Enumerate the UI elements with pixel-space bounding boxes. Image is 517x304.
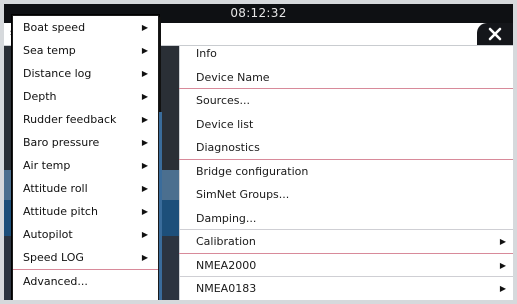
list-item-nmea0183[interactable]: NMEA0183 ▶ [179, 277, 513, 300]
submenu-arrow-icon: ▶ [499, 284, 506, 293]
menu-item-sea-temp[interactable]: Sea temp ▶ [13, 39, 158, 62]
list-item-nmea2000[interactable]: NMEA2000 ▶ [179, 254, 513, 277]
list-item-sources[interactable]: Sources... [179, 89, 513, 113]
menu-item-distance-log[interactable]: Distance log ▶ [13, 62, 158, 85]
list-item-device-list[interactable]: Device list [179, 113, 513, 137]
submenu-arrow-icon: ▶ [141, 230, 148, 239]
menu-item-autopilot[interactable]: Autopilot ▶ [13, 223, 158, 246]
app-window: 08:12:32 s Info Device Name Sources... D… [4, 4, 513, 300]
submenu-arrow-icon: ▶ [141, 115, 148, 124]
submenu-arrow-icon: ▶ [499, 260, 506, 270]
submenu-arrow-icon: ▶ [141, 253, 148, 262]
menu-item-rudder-feedback[interactable]: Rudder feedback ▶ [13, 108, 158, 131]
list-item-calibration[interactable]: Calibration ▶ [179, 230, 513, 254]
menu-item-speed-log[interactable]: Speed LOG ▶ [13, 246, 158, 269]
list-item-damping[interactable]: Damping... [179, 207, 513, 230]
submenu-arrow-icon: ▶ [141, 184, 148, 193]
source-popup-menu: Boat speed ▶ Sea temp ▶ Distance log ▶ D… [12, 15, 162, 300]
list-item-diagnostics[interactable]: Diagnostics [179, 136, 513, 160]
submenu-arrow-icon: ▶ [141, 46, 148, 55]
submenu-arrow-icon: ▶ [141, 161, 148, 170]
submenu-arrow-icon: ▶ [141, 138, 148, 147]
menu-item-air-temp[interactable]: Air temp ▶ [13, 154, 158, 177]
submenu-arrow-icon: ▶ [141, 92, 148, 101]
list-item-simnet-groups[interactable]: SimNet Groups... [179, 183, 513, 207]
settings-list: Info Device Name Sources... Device list … [179, 42, 513, 300]
submenu-arrow-icon: ▶ [141, 69, 148, 78]
menu-item-boat-speed[interactable]: Boat speed ▶ [13, 16, 158, 39]
submenu-arrow-icon: ▶ [499, 237, 506, 246]
close-icon [488, 27, 502, 41]
menu-item-attitude-pitch[interactable]: Attitude pitch ▶ [13, 200, 158, 223]
menu-item-depth[interactable]: Depth ▶ [13, 85, 158, 108]
menu-item-baro-pressure[interactable]: Baro pressure ▶ [13, 131, 158, 154]
menu-item-advanced[interactable]: Advanced... [13, 269, 158, 292]
submenu-arrow-icon: ▶ [141, 23, 148, 32]
list-item-info[interactable]: Info [179, 42, 513, 66]
list-item-device-name[interactable]: Device Name [179, 66, 513, 89]
list-item-bridge-configuration[interactable]: Bridge configuration [179, 160, 513, 184]
submenu-arrow-icon: ▶ [141, 207, 148, 216]
menu-item-attitude-roll[interactable]: Attitude roll ▶ [13, 177, 158, 200]
